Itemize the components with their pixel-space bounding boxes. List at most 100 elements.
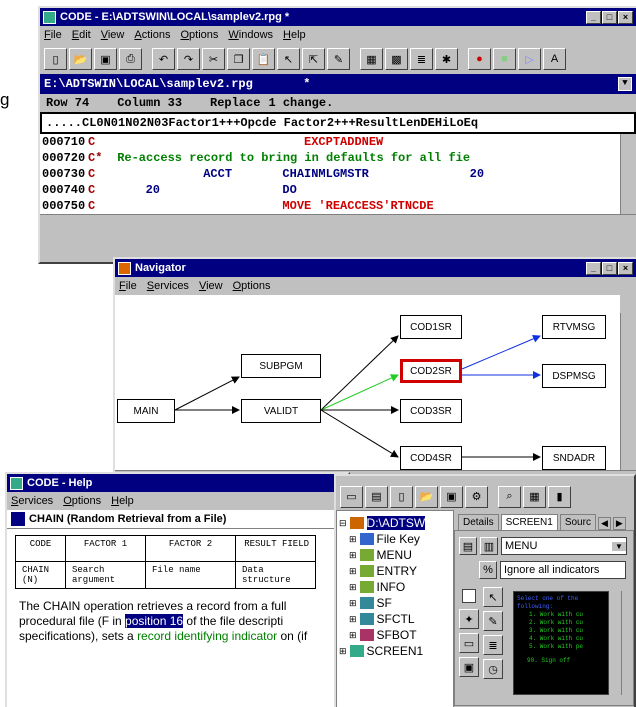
monitor-icon[interactable]: ▭ (340, 485, 363, 508)
open-folder-icon[interactable]: 📂 (69, 48, 92, 70)
menu-help[interactable]: Help (283, 29, 306, 41)
book-icon[interactable]: ▮ (548, 485, 571, 508)
menu-view[interactable]: View (101, 29, 125, 41)
list-tool-icon[interactable]: ≣ (483, 635, 503, 655)
open-folder-icon[interactable]: 📂 (415, 485, 438, 508)
verify-icon[interactable]: ✱ (435, 48, 458, 70)
new-file-icon[interactable]: ▯ (44, 48, 67, 70)
menu-actions[interactable]: Actions (134, 29, 170, 41)
copy-icon[interactable]: ❐ (227, 48, 250, 70)
code-line[interactable]: 000750 C MOVE 'REACCESS'RTNCDE (40, 198, 636, 214)
code-line[interactable]: 000720 C* Re-access record to bring in de… (40, 150, 636, 166)
minimize-button[interactable]: _ (586, 261, 601, 275)
code-horizontal-scrollbar[interactable] (40, 214, 636, 230)
select-icon[interactable]: ⇱ (302, 48, 325, 70)
node-cod2sr[interactable]: COD2SR (400, 359, 462, 383)
menu-windows[interactable]: Windows (228, 29, 273, 41)
tree-item[interactable]: ⊞ SFBOT (339, 627, 451, 643)
code-title-bar[interactable]: CODE - E:\ADTSWIN\LOCAL\samplev2.rpg * _… (40, 8, 636, 26)
compile-icon[interactable]: ▦ (360, 48, 383, 70)
save-icon[interactable]: ▣ (94, 48, 117, 70)
record-icon[interactable]: ● (468, 48, 491, 70)
tab-scroll-right-icon[interactable]: ▶ (612, 517, 626, 530)
node-cod4sr[interactable]: COD4SR (400, 446, 462, 470)
format-icon[interactable]: ≣ (410, 48, 433, 70)
font-icon[interactable]: A (543, 48, 566, 70)
dropdown-arrow-icon[interactable]: ▼ (618, 77, 632, 91)
print-icon[interactable]: ⎙ (119, 48, 142, 70)
palette-icon[interactable]: ▩ (385, 48, 408, 70)
undo-icon[interactable]: ↶ (152, 48, 175, 70)
tree-item[interactable]: ⊞ SFCTL (339, 611, 451, 627)
redo-icon[interactable]: ↷ (177, 48, 200, 70)
pointer-tool-icon[interactable]: ↖ (483, 587, 503, 607)
code-vertical-scrollbar[interactable] (620, 134, 636, 214)
tree-item[interactable]: ⊞ SF (339, 595, 451, 611)
menu-options[interactable]: Options (233, 280, 271, 292)
minimize-button[interactable]: _ (586, 10, 601, 24)
help-link[interactable]: record identifying indicator (137, 629, 277, 643)
tree-item[interactable]: ⊞ ENTRY (339, 563, 451, 579)
close-button[interactable]: × (618, 261, 633, 275)
node-dspmsg[interactable]: DSPMSG (542, 364, 606, 388)
tab-screen1[interactable]: SCREEN1 (500, 514, 558, 530)
maximize-button[interactable]: □ (602, 261, 617, 275)
code-line[interactable]: 000730 C ACCT CHAINMLGMSTR 20 (40, 166, 636, 182)
record-select[interactable]: MENU ▼ (501, 537, 627, 555)
toggle-checkbox[interactable] (462, 589, 476, 603)
menu-services[interactable]: Services (11, 495, 53, 507)
menu-file[interactable]: File (119, 280, 137, 292)
save-icon[interactable]: ▣ (440, 485, 463, 508)
node-sndadr[interactable]: SNDADR (542, 446, 606, 470)
indicator-icon[interactable]: % (479, 561, 497, 579)
image-tool-icon[interactable]: ▣ (459, 657, 479, 677)
record-view-icon[interactable]: ▤ (459, 537, 477, 555)
node-validt[interactable]: VALIDT (241, 399, 321, 423)
zoom-icon[interactable]: ⌕ (498, 485, 521, 508)
maximize-button[interactable]: □ (602, 10, 617, 24)
field-tool-icon[interactable]: ✦ (459, 609, 479, 629)
cut-icon[interactable]: ✂ (202, 48, 225, 70)
call-graph-canvas[interactable]: MAIN SUBPGM VALIDT COD1SR COD2SR COD3SR … (115, 295, 620, 470)
code-line[interactable]: 000740 C 20 DO (40, 182, 636, 198)
node-rtvmsg[interactable]: RTVMSG (542, 315, 606, 339)
navigator-vertical-scrollbar[interactable] (620, 313, 636, 470)
menu-services[interactable]: Services (147, 280, 189, 292)
stop-icon[interactable]: ■ (493, 48, 516, 70)
preview-scrollbar[interactable] (621, 591, 633, 695)
tree-root[interactable]: ⊟ D:\ADTSW (339, 515, 451, 531)
node-subpgm[interactable]: SUBPGM (241, 354, 321, 378)
highlight-icon[interactable]: ✎ (327, 48, 350, 70)
tree-item[interactable]: ⊞ SCREEN1 (339, 643, 451, 659)
tree-item[interactable]: ⊞ MENU (339, 547, 451, 563)
menu-view[interactable]: View (199, 280, 223, 292)
node-main[interactable]: MAIN (117, 399, 175, 423)
tab-details[interactable]: Details (458, 514, 499, 530)
menu-options[interactable]: Options (63, 495, 101, 507)
record-select-icon[interactable]: ▥ (480, 537, 498, 555)
indicator-select[interactable]: Ignore all indicators (500, 561, 626, 579)
clock-tool-icon[interactable]: ◷ (483, 659, 503, 679)
navigator-title-bar[interactable]: Navigator _ □ × (115, 259, 636, 277)
new-file-icon[interactable]: ▯ (390, 485, 413, 508)
menu-options[interactable]: Options (180, 29, 218, 41)
node-cod3sr[interactable]: COD3SR (400, 399, 462, 423)
constant-tool-icon[interactable]: ✎ (483, 611, 503, 631)
record-layout-icon[interactable]: ▤ (365, 485, 388, 508)
menu-file[interactable]: File (44, 29, 62, 41)
menu-help[interactable]: Help (111, 495, 134, 507)
settings-icon[interactable]: ⚙ (465, 485, 488, 508)
tree-item[interactable]: ⊞ File Key (339, 531, 451, 547)
tab-scroll-left-icon[interactable]: ◀ (597, 517, 611, 530)
code-line[interactable]: 000710 C EXCPTADDNEW (40, 134, 636, 150)
play-icon[interactable]: ▷ (518, 48, 541, 70)
help-title-bar[interactable]: CODE - Help (7, 474, 348, 492)
close-button[interactable]: × (618, 10, 633, 24)
screen-preview[interactable]: Select one of the following: 1. Work wit… (513, 591, 609, 695)
node-cod1sr[interactable]: COD1SR (400, 315, 462, 339)
grid-icon[interactable]: ▦ (523, 485, 546, 508)
tree-item[interactable]: ⊞ INFO (339, 579, 451, 595)
tab-source[interactable]: Sourc (559, 514, 596, 530)
box-tool-icon[interactable]: ▭ (459, 633, 479, 653)
menu-edit[interactable]: Edit (72, 29, 91, 41)
